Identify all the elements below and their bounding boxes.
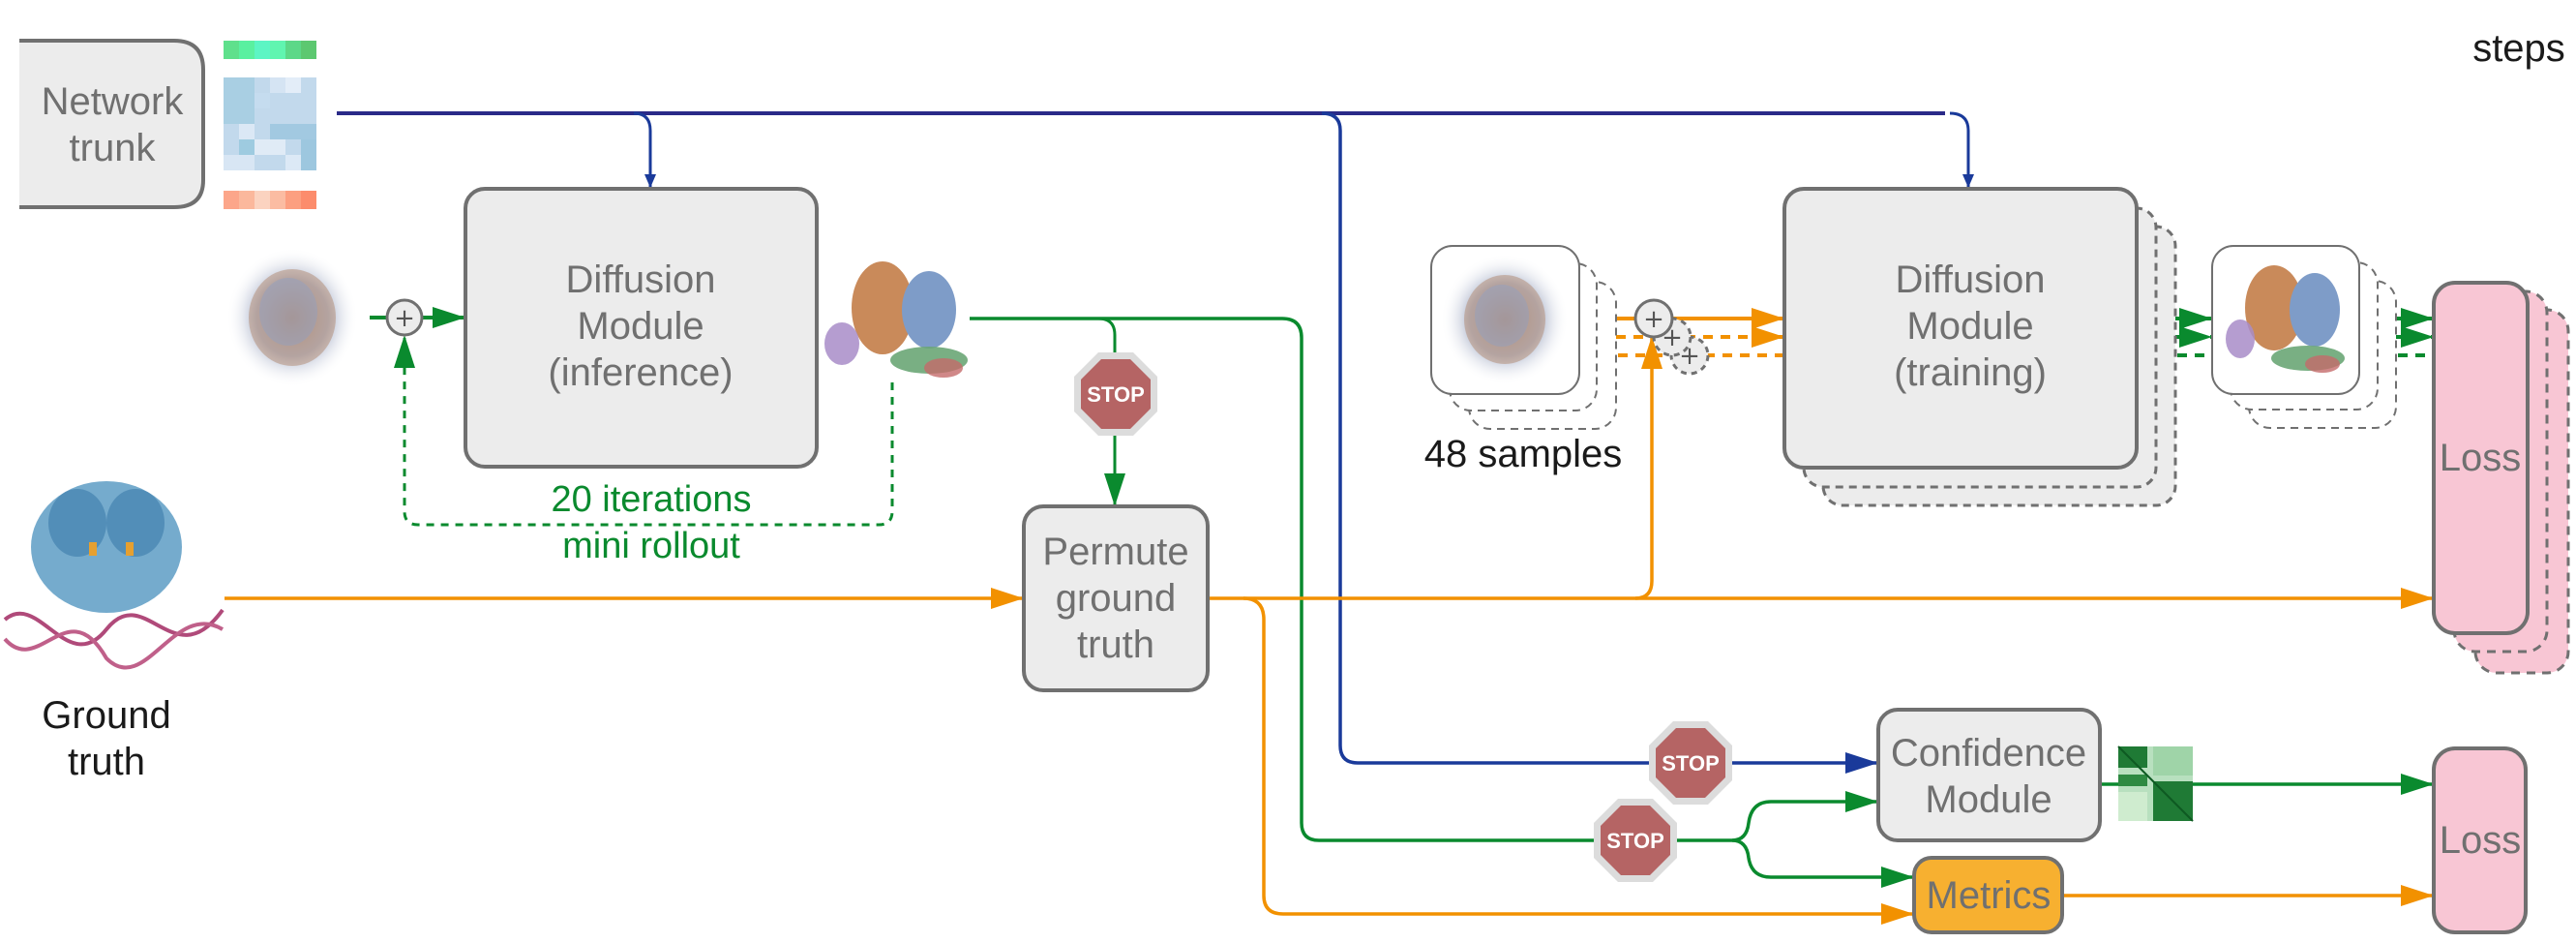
noise-cloud-icon [226, 248, 358, 387]
network-trunk-node[interactable]: Network trunk [19, 39, 205, 209]
ground-truth-label-2: truth [68, 741, 145, 783]
permute-label-3: truth [1077, 624, 1154, 666]
stop-gradient-icon-3: STOP [1594, 799, 1677, 882]
sample-noise-cloud-icon [1441, 254, 1569, 385]
plus-glyph: + [1643, 305, 1664, 334]
stop-label: STOP [1662, 751, 1720, 776]
loss-aux-label: Loss [2440, 819, 2522, 862]
fork-to-confidence-line [1731, 791, 1878, 842]
stop-label: STOP [1087, 382, 1145, 407]
ground-truth-structure-icon [3, 481, 225, 670]
single-embedding-icon [224, 41, 316, 59]
stop-gradient-icon-1: STOP [1074, 352, 1157, 436]
diffusion-training-label-3: (training) [1894, 351, 2047, 394]
rollout-label-2: mini rollout [562, 526, 740, 566]
diffusion-inference-label-1: Diffusion [566, 259, 716, 301]
metrics-label: Metrics [1927, 874, 2052, 917]
diffusion-inference-label-3: (inference) [548, 351, 733, 394]
confidence-label-1: Confidence [1891, 732, 2086, 775]
stop-label: STOP [1606, 829, 1664, 853]
loss-main-node[interactable]: Loss [2432, 281, 2570, 675]
loss-main-label: Loss [2440, 437, 2522, 479]
trunk-to-inference-line [633, 111, 656, 188]
plus-glyph: + [394, 304, 415, 333]
output-to-permute-line [1097, 317, 1117, 358]
network-trunk-label-2: trunk [70, 127, 157, 169]
samples-count-label: 48 samples [1424, 433, 1623, 475]
trunk-to-training-line [1949, 111, 1974, 188]
confidence-module-node[interactable]: Confidence Module [1876, 708, 2102, 842]
rollout-label-1: 20 iterations [551, 479, 751, 520]
diffusion-training-node[interactable]: Diffusion Module (training) [1782, 187, 2177, 507]
permute-label-2: ground [1056, 577, 1177, 620]
add-noise-icon: + [385, 298, 424, 337]
confidence-label-2: Module [1925, 778, 2052, 821]
steps-label: steps [2472, 27, 2565, 70]
add-noise-stack-icon: + + + [1633, 298, 1710, 376]
fork-to-metrics-line [1731, 838, 1914, 888]
loss-aux-node[interactable]: Loss [2432, 746, 2528, 934]
pair-embedding-icon [224, 77, 316, 170]
diffusion-training-label-1: Diffusion [1896, 259, 2046, 301]
metrics-node[interactable]: Metrics [1912, 856, 2064, 934]
network-trunk-label-1: Network [42, 80, 185, 123]
permute-to-plus-line [1634, 336, 1662, 600]
noise-samples-stack [1430, 245, 1617, 430]
diffusion-inference-label-2: Module [577, 305, 704, 348]
permute-label-1: Permute [1042, 531, 1188, 573]
diffusion-training-label-2: Module [1906, 305, 2033, 348]
stop-gradient-icon-2: STOP [1649, 721, 1732, 805]
denoised-samples-stack [2211, 245, 2397, 429]
diffusion-inference-node[interactable]: Diffusion Module (inference) [464, 187, 819, 469]
ground-truth-label-1: Ground [42, 694, 170, 737]
diagram-canvas: Network trunk + Diffusion Module (infere… [3, 27, 2570, 934]
predicted-structure-icon [824, 261, 968, 378]
permute-ground-truth-node[interactable]: Permute ground truth [1022, 504, 1210, 692]
confidence-heatmap-icon [2117, 745, 2194, 822]
pair-bias-icon [224, 191, 316, 209]
